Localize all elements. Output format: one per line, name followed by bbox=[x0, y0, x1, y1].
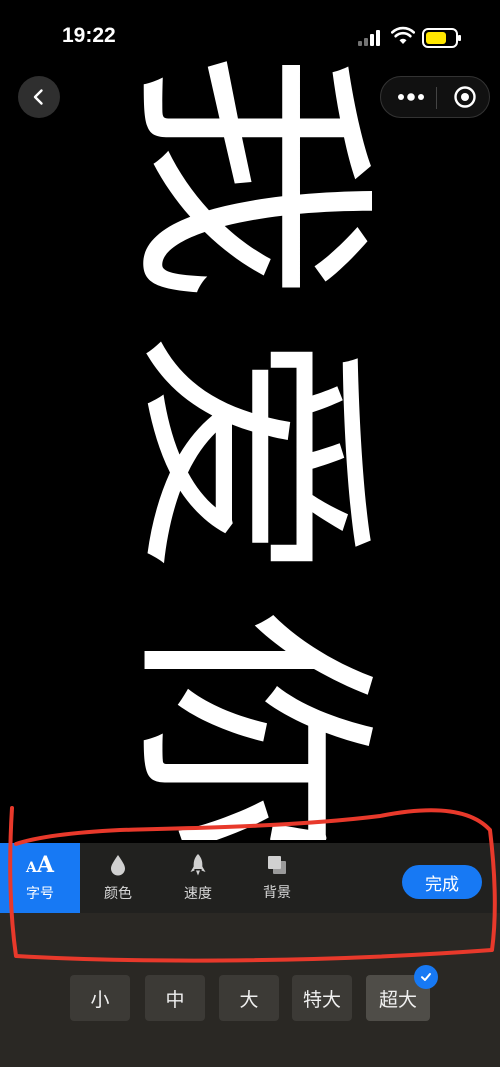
droplet-icon bbox=[111, 855, 125, 876]
battery-icon bbox=[422, 28, 461, 48]
miniprogram-capsule bbox=[380, 76, 490, 118]
more-dots-icon bbox=[398, 93, 424, 101]
done-button[interactable]: 完成 bbox=[402, 865, 482, 899]
tab-color[interactable]: 颜色 bbox=[78, 843, 158, 913]
size-option-small[interactable]: 小 bbox=[70, 975, 130, 1021]
marquee-display: 我 爱 你 bbox=[80, 20, 420, 840]
layers-icon bbox=[268, 856, 286, 874]
tab-label: 速度 bbox=[184, 886, 212, 902]
more-button[interactable] bbox=[389, 77, 433, 117]
tab-label: 字号 bbox=[26, 886, 54, 902]
back-button[interactable] bbox=[18, 76, 60, 118]
chevron-left-icon bbox=[33, 89, 43, 105]
battery-level bbox=[426, 32, 446, 44]
font-size-icon: AA bbox=[26, 852, 54, 878]
tab-speed[interactable]: 速度 bbox=[158, 843, 238, 913]
target-circle-icon bbox=[454, 86, 476, 108]
check-icon bbox=[414, 965, 438, 989]
tab-label: 背景 bbox=[263, 885, 291, 901]
close-button[interactable] bbox=[443, 77, 487, 117]
rocket-icon bbox=[190, 854, 206, 876]
size-option-medium[interactable]: 中 bbox=[145, 975, 205, 1021]
size-options-panel: 小 中 大 特大 超大 bbox=[0, 913, 500, 1067]
tab-label: 颜色 bbox=[104, 886, 132, 902]
capsule-divider bbox=[436, 87, 437, 109]
size-option-label: 超大 bbox=[378, 988, 417, 1011]
size-option-xlarge[interactable]: 特大 bbox=[292, 975, 352, 1021]
size-option-large[interactable]: 大 bbox=[219, 975, 279, 1021]
size-option-xxlarge[interactable]: 超大 bbox=[366, 965, 438, 1021]
marquee-char: 你 bbox=[105, 611, 396, 840]
tab-font-size[interactable]: AA 字号 bbox=[0, 843, 80, 913]
tab-background[interactable]: 背景 bbox=[237, 843, 317, 913]
